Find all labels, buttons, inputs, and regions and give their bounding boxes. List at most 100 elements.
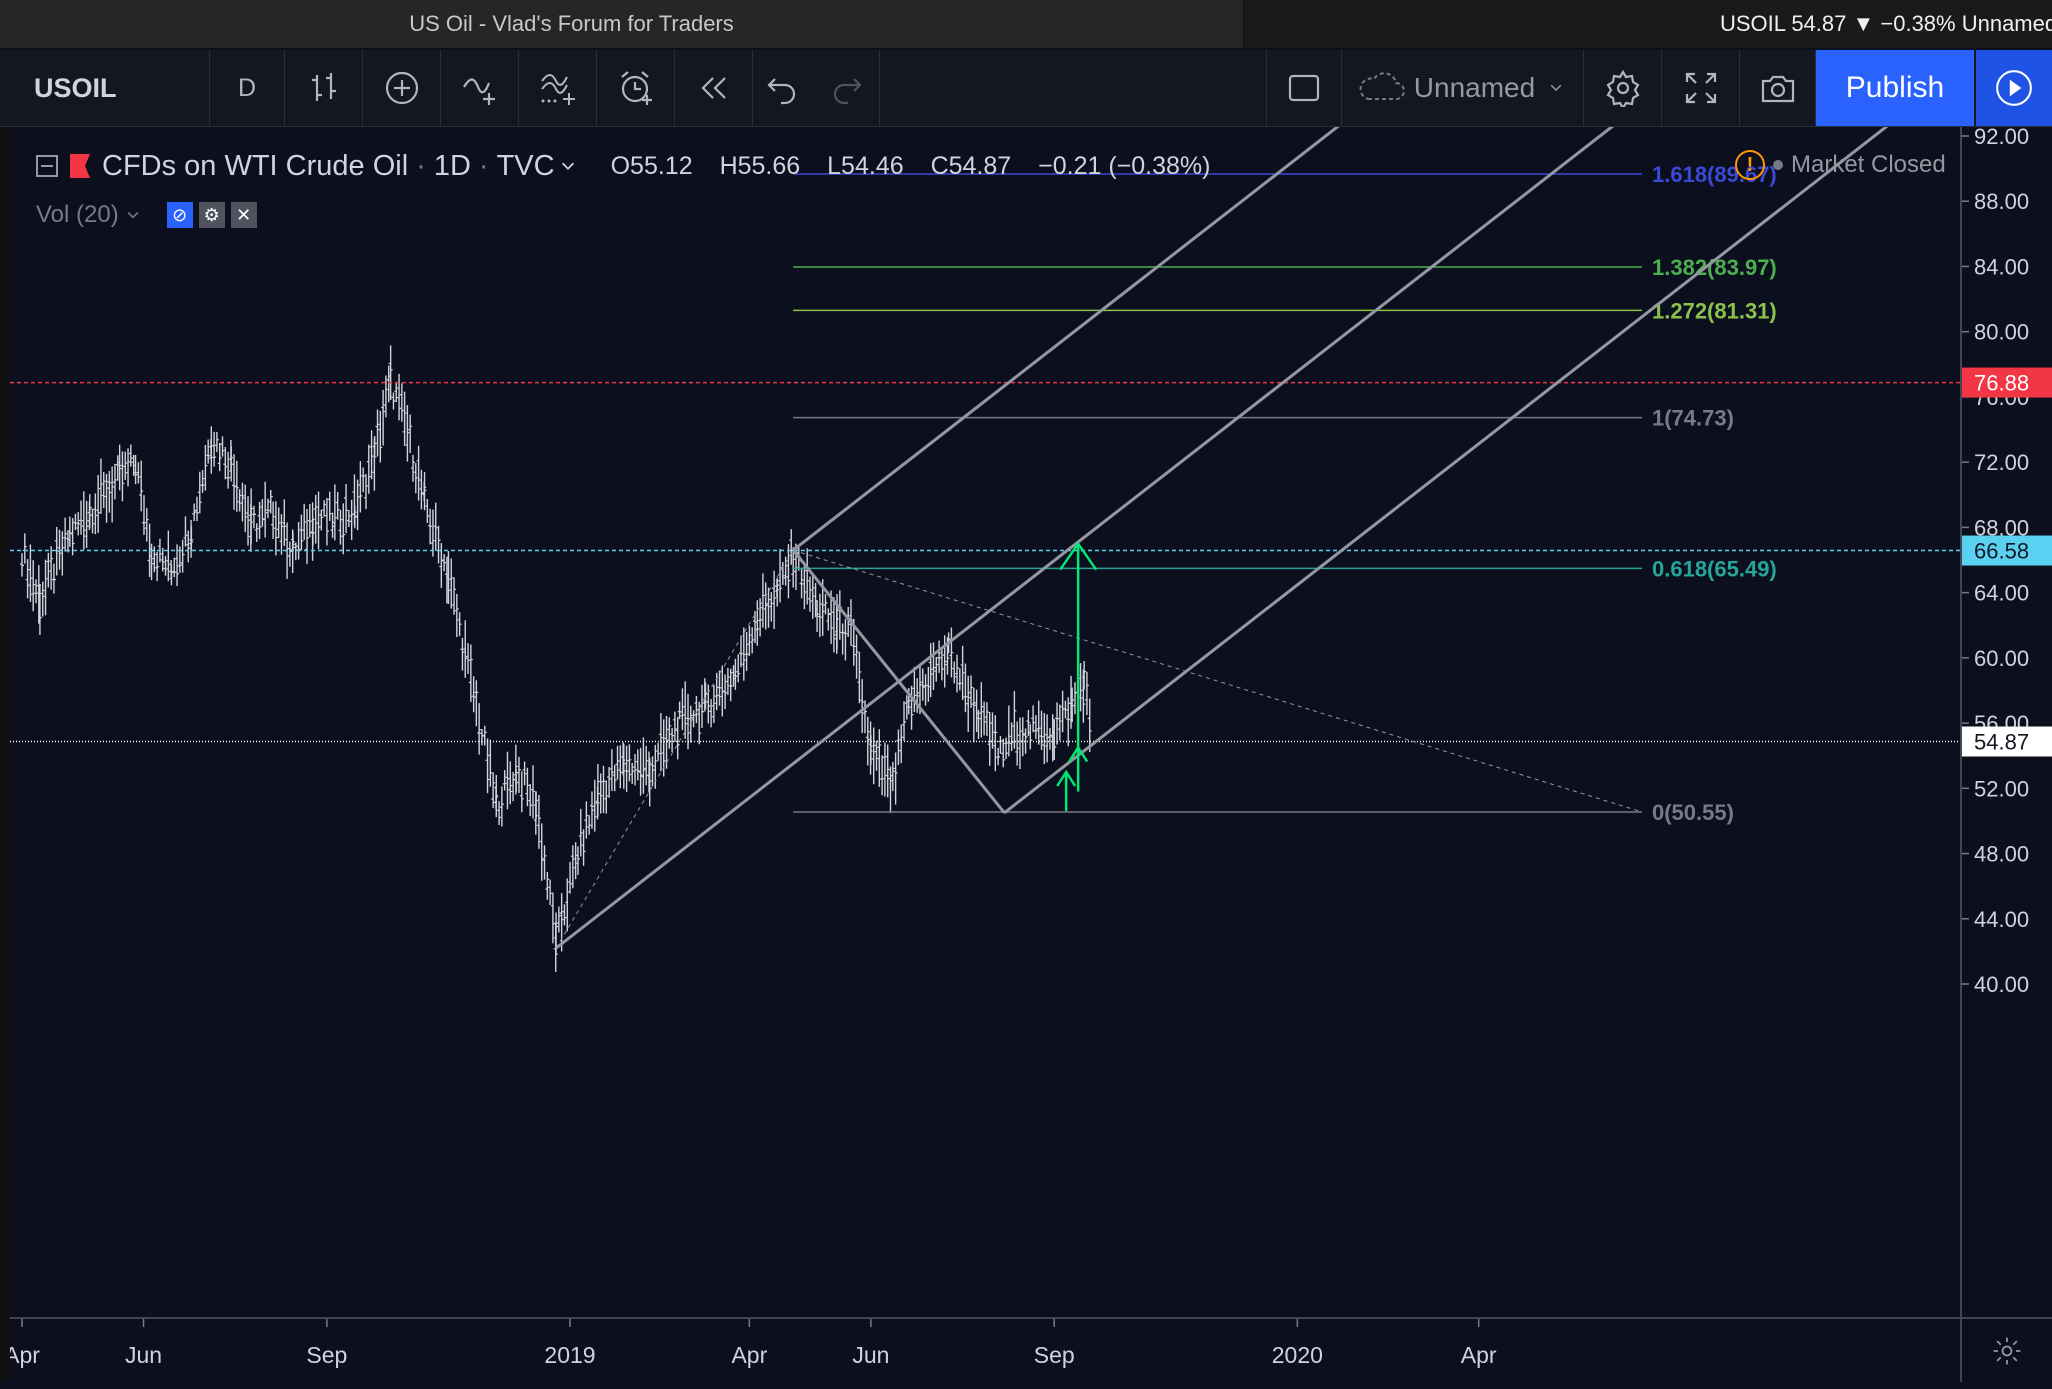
time-axis[interactable]: Apr Jun Sep 2019 Apr Jun Sep 2020 Apr (4, 1317, 1960, 1382)
warning-icon[interactable]: ! (1735, 150, 1765, 180)
interval-button[interactable]: D (210, 50, 285, 126)
settings-icon[interactable]: ⚙ (198, 202, 225, 228)
redo-button[interactable] (813, 50, 880, 126)
price-bar (322, 500, 327, 517)
price-bar (372, 436, 377, 456)
chevron-down-icon[interactable] (125, 207, 141, 223)
symbol-description[interactable]: CFDs on WTI Crude Oil (102, 150, 408, 183)
y-axis-label: 40.00 (1974, 972, 2029, 997)
price-bar (860, 679, 865, 734)
status-dot (1773, 160, 1783, 170)
price-bar (425, 499, 430, 523)
price-bar (229, 446, 234, 482)
price-bar (505, 751, 510, 810)
price-bar (120, 451, 125, 502)
chart-settings-button[interactable] (1584, 50, 1662, 126)
settings-icon (1605, 69, 1640, 107)
price-bar (882, 742, 887, 797)
price-bar (987, 711, 992, 766)
price-bar (463, 620, 468, 678)
price-bar (279, 514, 284, 555)
volume-label[interactable]: Vol (20) (36, 201, 119, 229)
legend-source[interactable]: TVC (497, 150, 555, 183)
snapshot-button[interactable] (1740, 50, 1816, 126)
price-bar (747, 625, 752, 657)
price-bar (709, 699, 714, 728)
price-bar (1066, 697, 1071, 747)
price-bar (998, 735, 1003, 754)
symbol-search-button[interactable]: USOIL (0, 50, 210, 126)
x-axis-label: Jun (852, 1342, 889, 1368)
price-chart[interactable]: 1.618(89.67)1.382(83.97)1.272(81.31)1(74… (10, 127, 1960, 1317)
price-bar (1031, 705, 1036, 733)
price-bar (254, 523, 259, 542)
fullscreen-button[interactable] (1662, 50, 1740, 126)
price-bar (31, 560, 36, 612)
replay-button[interactable] (675, 50, 753, 126)
price-bar (1036, 700, 1041, 745)
indicators-button[interactable] (441, 50, 519, 126)
price-bar (293, 542, 298, 561)
price-bar (893, 752, 898, 805)
price-bar (436, 525, 441, 564)
price-bar (928, 643, 933, 698)
price-bar (934, 656, 939, 682)
price-bar (633, 754, 638, 786)
price-bar (449, 558, 454, 609)
price-bar (697, 701, 702, 745)
publish-button[interactable]: Publish (1816, 50, 1974, 126)
close-icon[interactable]: ✕ (230, 202, 257, 228)
play-icon (1996, 70, 2032, 106)
chart-toolbar: USOIL D Unnamed Publish (0, 50, 2052, 127)
price-bar (349, 499, 354, 541)
layout-name-button[interactable]: Unnamed (1342, 50, 1584, 126)
price-bar (70, 518, 75, 556)
price-bar (394, 382, 399, 403)
fullscreen-icon (1685, 72, 1716, 104)
price-bar (226, 451, 231, 489)
price-bar (79, 500, 84, 535)
price-bar (595, 764, 600, 817)
price-bar (694, 695, 699, 724)
price-bar (194, 496, 199, 522)
flag-icon[interactable] (70, 154, 90, 178)
price-bar (624, 745, 629, 792)
price-bar (1045, 714, 1050, 763)
price-bar (609, 749, 614, 792)
chevron-down-icon[interactable] (559, 157, 577, 175)
price-bar (43, 559, 48, 616)
camera-icon (1761, 75, 1794, 103)
price-bar (912, 666, 917, 713)
layout-button[interactable] (1266, 50, 1342, 126)
axis-settings-button[interactable] (1960, 1317, 2052, 1382)
price-bar (144, 508, 149, 542)
bar-style-button[interactable] (285, 50, 363, 126)
price-bar (209, 426, 214, 474)
price-bar (508, 761, 513, 805)
price-axis[interactable]: 92.0088.0084.0080.0076.0072.0068.0064.00… (1960, 124, 2052, 1317)
compare-button[interactable] (363, 50, 441, 126)
collapse-legend-button[interactable] (36, 155, 58, 177)
templates-icon (540, 74, 575, 105)
price-bar (411, 454, 416, 482)
tab-ticker-summary[interactable]: USOIL 54.87 ▼ −0.38% Unnamed (1720, 0, 2052, 48)
visibility-icon[interactable]: ⊘ (166, 202, 193, 228)
price-bar (332, 484, 337, 541)
volume-legend: Vol (20) ⊘ ⚙ ✕ (36, 198, 257, 232)
price-bar (952, 661, 957, 684)
alert-button[interactable] (597, 50, 675, 126)
browser-tab[interactable]: US Oil - Vlad's Forum for Traders (0, 0, 1244, 48)
undo-button[interactable] (753, 50, 813, 126)
price-bar (996, 747, 1001, 766)
price-bar (442, 554, 447, 572)
price-bar (419, 469, 424, 510)
price-bar (110, 466, 115, 523)
price-bar (482, 725, 487, 746)
price-bar (1055, 702, 1060, 745)
play-button[interactable] (1976, 50, 2052, 126)
price-bar (1020, 717, 1025, 757)
legend-separator: · (416, 149, 426, 182)
templates-button[interactable] (519, 50, 597, 126)
chart-legend: CFDs on WTI Crude Oil · 1D · TVC O55.12 … (36, 146, 1230, 186)
x-axis-label: Jun (125, 1342, 162, 1368)
